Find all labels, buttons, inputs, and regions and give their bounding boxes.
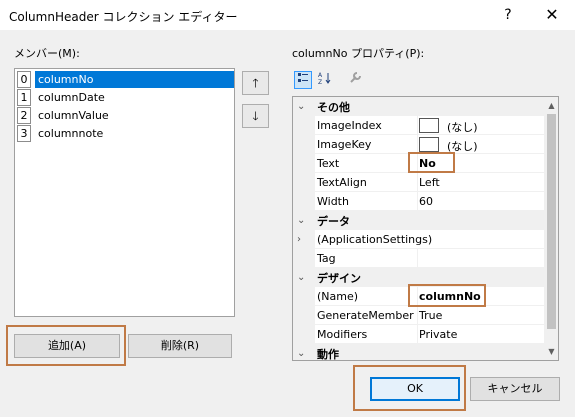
member-name: columnnote — [38, 127, 104, 140]
member-item-columnno[interactable]: 0 columnNo — [17, 71, 234, 88]
property-value[interactable]: True — [419, 309, 442, 322]
property-name: Text — [317, 157, 340, 170]
member-name: columnValue — [38, 109, 109, 122]
text-value-highlight — [408, 152, 455, 173]
image-preview-box — [419, 118, 439, 133]
category-label: 動作 — [317, 348, 339, 361]
close-button[interactable]: ✕ — [540, 4, 564, 26]
member-index: 0 — [17, 71, 31, 88]
property-width[interactable]: Width 60 — [293, 192, 544, 211]
image-preview-box — [419, 137, 439, 152]
expand-icon[interactable]: › — [297, 232, 309, 247]
property-tag[interactable]: Tag — [293, 249, 544, 268]
property-name: TextAlign — [317, 176, 367, 189]
property-imageindex[interactable]: ImageIndex (なし) — [293, 116, 544, 135]
property-name: Modifiers — [317, 328, 368, 341]
category-label: その他 — [317, 101, 350, 114]
title-bar: ColumnHeader コレクション エディター ? ✕ — [0, 0, 575, 30]
wrench-icon[interactable] — [346, 71, 364, 89]
property-value[interactable]: 60 — [419, 195, 433, 208]
category-behavior[interactable]: ⌄ 動作 — [293, 344, 544, 361]
add-button-highlight — [6, 325, 126, 366]
scroll-up-icon[interactable]: ▲ — [544, 97, 558, 114]
properties-label: columnNo プロパティ(P): — [292, 47, 425, 60]
collapse-icon[interactable]: ⌄ — [297, 213, 309, 228]
property-name: ImageIndex — [317, 119, 382, 132]
move-up-button[interactable]: 🡑 — [242, 71, 269, 95]
property-name: GenerateMember — [317, 309, 414, 322]
scroll-down-icon[interactable]: ▼ — [544, 343, 558, 360]
arrow-up-icon: 🡑 — [252, 76, 259, 90]
category-other[interactable]: ⌄ その他 — [293, 97, 544, 116]
property-name: Tag — [317, 252, 336, 265]
remove-button[interactable]: 削除(R) — [128, 334, 232, 358]
alphabetical-sort-icon[interactable]: AZ — [316, 71, 334, 89]
collapse-icon[interactable]: ⌄ — [297, 99, 309, 114]
vertical-scrollbar[interactable]: ▲ ▼ — [544, 97, 558, 360]
scroll-thumb[interactable] — [547, 114, 556, 329]
collapse-icon[interactable]: ⌄ — [297, 346, 309, 360]
categorized-view-icon[interactable] — [294, 71, 312, 89]
property-generatemember[interactable]: GenerateMember True — [293, 306, 544, 325]
property-textalign[interactable]: TextAlign Left — [293, 173, 544, 192]
name-value-highlight — [408, 284, 486, 307]
window-title: ColumnHeader コレクション エディター — [9, 10, 238, 24]
category-data[interactable]: ⌄ データ — [293, 211, 544, 230]
member-name: columnNo — [35, 71, 234, 88]
move-down-button[interactable]: 🡓 — [242, 104, 269, 128]
property-value: (なし) — [447, 121, 478, 134]
svg-text:A: A — [318, 72, 323, 79]
arrow-down-icon: 🡓 — [252, 109, 259, 123]
property-applicationsettings[interactable]: › (ApplicationSettings) — [293, 230, 544, 249]
cancel-button[interactable]: キャンセル — [470, 377, 560, 401]
member-name: columnDate — [38, 91, 105, 104]
help-button[interactable]: ? — [496, 4, 520, 26]
ok-button-highlight — [353, 365, 466, 411]
members-list[interactable]: 0 columnNo 1 columnDate 2 columnValue 3 … — [14, 68, 235, 317]
member-item-columnvalue[interactable]: 2 columnValue — [17, 107, 234, 124]
property-name: Width — [317, 195, 349, 208]
svg-text:Z: Z — [318, 79, 322, 85]
member-index: 3 — [17, 125, 31, 142]
member-item-columndate[interactable]: 1 columnDate — [17, 89, 234, 106]
member-index: 1 — [17, 89, 31, 106]
property-modifiers[interactable]: Modifiers Private — [293, 325, 544, 344]
member-index: 2 — [17, 107, 31, 124]
collapse-icon[interactable]: ⌄ — [297, 270, 309, 285]
property-name: ImageKey — [317, 138, 372, 151]
category-label: デザイン — [317, 272, 361, 285]
category-label: データ — [317, 215, 350, 228]
property-name: (Name) — [317, 290, 359, 303]
property-value[interactable]: Left — [419, 176, 440, 189]
property-grid[interactable]: ⌄ その他 ImageIndex (なし) ImageKey (なし) Text… — [292, 96, 559, 361]
property-value[interactable]: Private — [419, 328, 457, 341]
members-label: メンバー(M): — [14, 47, 80, 60]
member-item-columnnote[interactable]: 3 columnnote — [17, 125, 234, 142]
property-name: (ApplicationSettings) — [317, 233, 433, 246]
